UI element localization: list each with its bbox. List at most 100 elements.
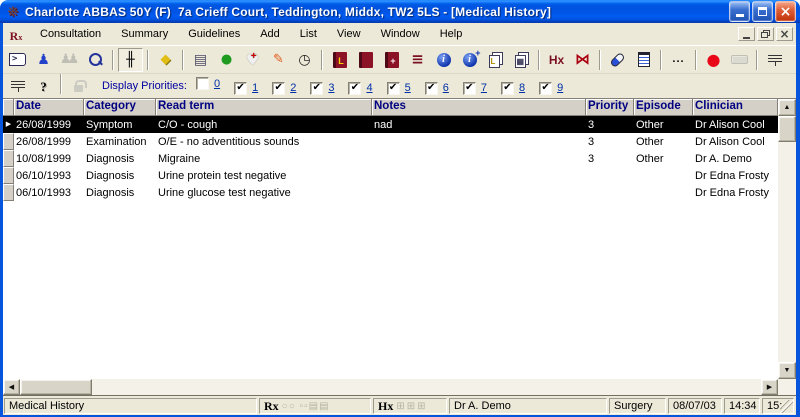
scroll-down-button[interactable] — [778, 362, 796, 379]
row-selector[interactable] — [3, 150, 14, 167]
menu-item-help[interactable]: Help — [430, 26, 473, 42]
consultation-chair-icon[interactable]: ╫ — [118, 48, 143, 72]
priority-number-5[interactable]: 5 — [405, 82, 411, 94]
table-header: DateCategoryRead termNotesPriorityEpisod… — [3, 99, 778, 116]
notepad-icon[interactable] — [631, 48, 656, 72]
priority-number-6[interactable]: 6 — [443, 82, 449, 94]
priority-note-icon[interactable]: ◆ — [153, 48, 178, 72]
priority-checkbox-1[interactable]: ✔ — [234, 82, 247, 95]
menu-item-list[interactable]: List — [290, 26, 327, 42]
info-add-icon[interactable]: i — [457, 48, 482, 72]
priority-number-1[interactable]: 1 — [252, 82, 258, 94]
mdi-restore-button[interactable] — [757, 27, 774, 41]
priority-number-4[interactable]: 4 — [366, 82, 372, 94]
vertical-scrollbar[interactable] — [778, 99, 796, 379]
lock-icon[interactable] — [66, 74, 91, 98]
pages-l-icon[interactable]: L — [483, 48, 508, 72]
table-row[interactable]: 06/10/1993DiagnosisUrine protein test ne… — [3, 167, 778, 184]
vertical-scroll-track[interactable] — [778, 142, 796, 362]
record-icon[interactable]: ● — [701, 48, 726, 72]
column-header-notes[interactable]: Notes — [372, 99, 586, 116]
priority-checkbox-7[interactable]: ✔ — [463, 82, 476, 95]
priority-checkbox-4[interactable]: ✔ — [348, 82, 361, 95]
row-selector[interactable] — [3, 184, 14, 201]
priority-number-0[interactable]: 0 — [214, 78, 220, 90]
book-icon[interactable] — [353, 48, 378, 72]
table-row[interactable]: ▶26/08/1999SymptomC/O - coughnad3OtherDr… — [3, 116, 778, 133]
priority-number-8[interactable]: 8 — [519, 82, 525, 94]
priority-checkbox-0[interactable] — [196, 77, 209, 90]
keyboard-icon[interactable] — [727, 48, 752, 72]
carrot-icon[interactable]: ✎ — [266, 48, 291, 72]
system-menu-rx-icon[interactable] — [6, 26, 26, 42]
priority-checkbox-6[interactable]: ✔ — [425, 82, 438, 95]
group-summary-icon[interactable] — [5, 74, 30, 98]
toolbar-separator — [321, 50, 323, 70]
mdi-minimize-button[interactable] — [738, 27, 755, 41]
menu-item-add[interactable]: Add — [250, 26, 290, 42]
priority-number-2[interactable]: 2 — [290, 82, 296, 94]
xray-bowtie-icon[interactable]: ⋈ — [570, 48, 595, 72]
group-summary-icon[interactable] — [762, 48, 787, 72]
menu-item-summary[interactable]: Summary — [111, 26, 178, 42]
column-header-date[interactable]: Date — [14, 99, 84, 116]
toolbar-separator — [112, 50, 114, 70]
close-button[interactable] — [775, 1, 796, 22]
table-row[interactable]: 10/08/1999DiagnosisMigraine3OtherDr A. D… — [3, 150, 778, 167]
find-patient-icon[interactable] — [83, 48, 108, 72]
heart-cross-icon[interactable]: ♥ — [240, 48, 265, 72]
pages-grid-icon[interactable]: ▦ — [509, 48, 534, 72]
mdi-close-button[interactable] — [776, 27, 793, 41]
priority-checkbox-2[interactable]: ✔ — [272, 82, 285, 95]
resize-grip[interactable] — [780, 400, 793, 413]
help-pointer-icon[interactable]: ? — [31, 74, 56, 98]
ellipsis-icon[interactable]: ... — [666, 48, 691, 72]
maximize-button[interactable] — [752, 1, 773, 22]
menu-item-window[interactable]: Window — [371, 26, 430, 42]
horizontal-scrollbar[interactable] — [3, 379, 778, 395]
scroll-up-button[interactable] — [778, 99, 796, 116]
select-patient-icon[interactable]: ♟ — [31, 48, 56, 72]
prescription-pen-icon[interactable] — [605, 48, 630, 72]
vertical-scroll-thumb[interactable] — [778, 116, 796, 142]
cell-notes: nad — [372, 119, 586, 131]
scroll-right-button[interactable] — [761, 379, 778, 395]
priority-checkbox-8[interactable]: ✔ — [501, 82, 514, 95]
column-header-priority[interactable]: Priority — [586, 99, 634, 116]
journal-icon[interactable]: ▤ — [188, 48, 213, 72]
book-add-icon[interactable]: + — [379, 48, 404, 72]
priority-number-3[interactable]: 3 — [328, 82, 334, 94]
row-selector[interactable] — [3, 133, 14, 150]
column-header-read-term[interactable]: Read term — [156, 99, 372, 116]
consultation-script-icon[interactable]: > — [5, 48, 30, 72]
status-date: 08/07/03 — [668, 398, 722, 414]
horizontal-scroll-track[interactable] — [92, 379, 761, 395]
menu-item-view[interactable]: View — [327, 26, 371, 42]
hx-icon[interactable]: Hx — [544, 48, 569, 72]
title-bar[interactable]: ❊ Charlotte ABBAS 50Y (F) 7a Crieff Cour… — [0, 0, 800, 23]
table-row[interactable]: 06/10/1993DiagnosisUrine glucose test ne… — [3, 184, 778, 201]
column-header-episode[interactable]: Episode — [634, 99, 693, 116]
list-icon[interactable]: ≡ — [405, 48, 430, 72]
priority-checkbox-3[interactable]: ✔ — [310, 82, 323, 95]
row-selector[interactable]: ▶ — [3, 116, 14, 133]
horizontal-scroll-thumb[interactable] — [20, 379, 92, 395]
app-icon[interactable]: ❊ — [5, 4, 21, 20]
row-selector[interactable] — [3, 167, 14, 184]
priority-checkbox-9[interactable]: ✔ — [539, 82, 552, 95]
scroll-left-button[interactable] — [3, 379, 20, 395]
column-header-clinician[interactable]: Clinician — [693, 99, 778, 116]
priority-number-9[interactable]: 9 — [557, 82, 563, 94]
menu-item-consultation[interactable]: Consultation — [30, 26, 111, 42]
priority-checkbox-5[interactable]: ✔ — [387, 82, 400, 95]
info-icon[interactable]: i — [431, 48, 456, 72]
apple-icon[interactable]: ● — [214, 48, 239, 72]
table-row[interactable]: 26/08/1999ExaminationO/E - no adventitio… — [3, 133, 778, 150]
column-header-category[interactable]: Category — [84, 99, 156, 116]
patient-group-icon[interactable]: ♟♟ — [57, 48, 82, 72]
stopwatch-icon[interactable]: ◷ — [292, 48, 317, 72]
priority-number-7[interactable]: 7 — [481, 82, 487, 94]
menu-item-guidelines[interactable]: Guidelines — [178, 26, 250, 42]
library-icon[interactable]: L — [327, 48, 352, 72]
minimize-button[interactable] — [729, 1, 750, 22]
